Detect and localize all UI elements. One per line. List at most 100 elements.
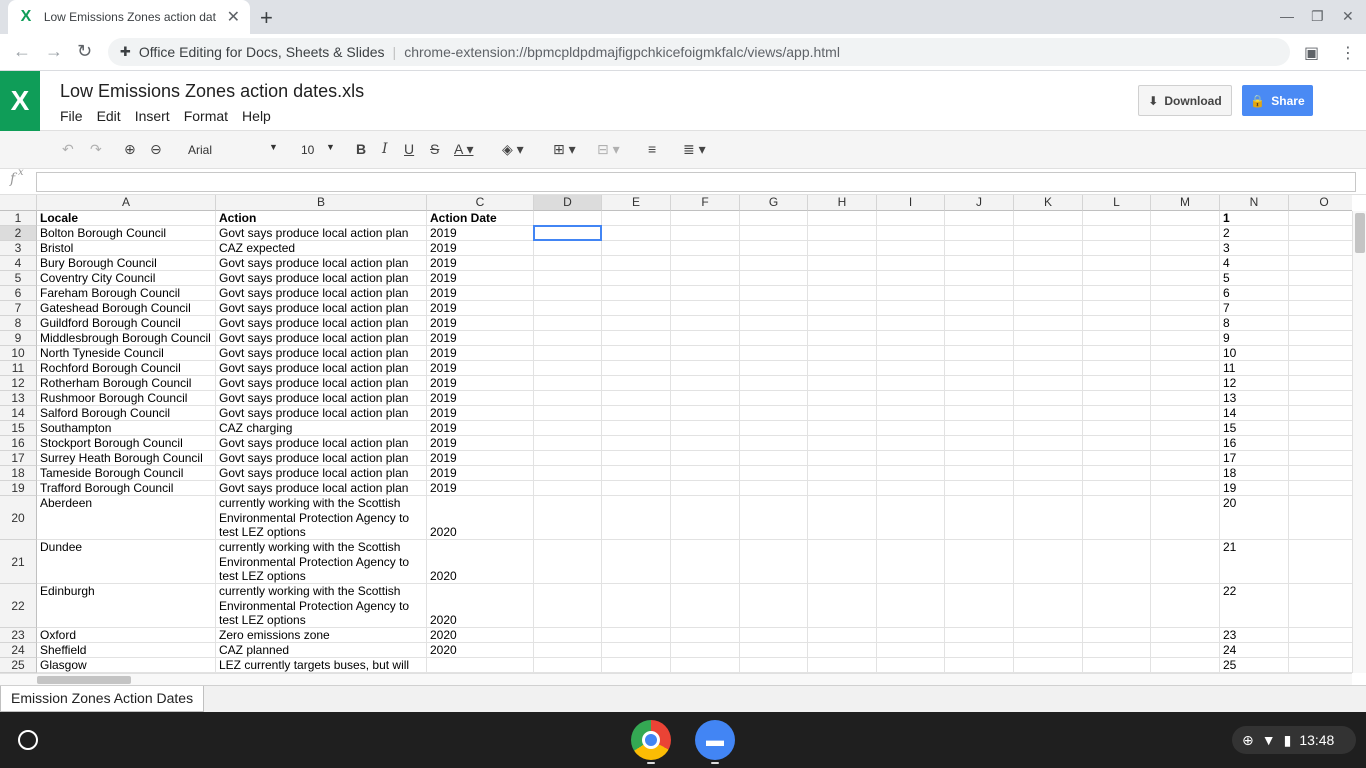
cell-M4[interactable] (1151, 256, 1220, 271)
reload-icon[interactable]: ↻ (77, 41, 92, 62)
cell-O3[interactable] (1289, 241, 1352, 256)
cell-A10[interactable]: North Tyneside Council (37, 346, 216, 361)
cell-K6[interactable] (1014, 286, 1083, 301)
cell-N7[interactable]: 7 (1220, 301, 1289, 316)
cell-A20[interactable]: Aberdeen (37, 496, 216, 540)
cell-N16[interactable]: 16 (1220, 436, 1289, 451)
cell-N18[interactable]: 18 (1220, 466, 1289, 481)
cell-J15[interactable] (945, 421, 1014, 436)
cell-D1[interactable] (534, 211, 602, 226)
cell-L9[interactable] (1083, 331, 1151, 346)
cell-H6[interactable] (808, 286, 877, 301)
cell-O10[interactable] (1289, 346, 1352, 361)
cell-I23[interactable] (877, 628, 945, 643)
cell-H1[interactable] (808, 211, 877, 226)
browser-tab[interactable]: X Low Emissions Zones action dat ✕ (8, 0, 250, 34)
column-header[interactable]: K (1014, 195, 1083, 211)
row-header[interactable]: 21 (0, 540, 37, 584)
cell-F23[interactable] (671, 628, 740, 643)
cell-I25[interactable] (877, 658, 945, 673)
cell-B17[interactable]: Govt says produce local action plan (216, 451, 427, 466)
cell-C21[interactable]: 2020 (427, 540, 534, 584)
cell-G19[interactable] (740, 481, 808, 496)
zoom-in-icon[interactable]: ⊕ (124, 141, 136, 158)
cell-I24[interactable] (877, 643, 945, 658)
cell-A17[interactable]: Surrey Heath Borough Council (37, 451, 216, 466)
cell-F20[interactable] (671, 496, 740, 540)
cell-G11[interactable] (740, 361, 808, 376)
column-header[interactable]: C (427, 195, 534, 211)
cell-E25[interactable] (602, 658, 671, 673)
cell-K4[interactable] (1014, 256, 1083, 271)
cell-E22[interactable] (602, 584, 671, 628)
cell-B16[interactable]: Govt says produce local action plan (216, 436, 427, 451)
cell-C14[interactable]: 2019 (427, 406, 534, 421)
cell-I6[interactable] (877, 286, 945, 301)
cell-B3[interactable]: CAZ expected (216, 241, 427, 256)
cell-E6[interactable] (602, 286, 671, 301)
cell-A1[interactable]: Locale (37, 211, 216, 226)
cell-N3[interactable]: 3 (1220, 241, 1289, 256)
cell-L17[interactable] (1083, 451, 1151, 466)
cell-N5[interactable]: 5 (1220, 271, 1289, 286)
cell-F9[interactable] (671, 331, 740, 346)
cell-G13[interactable] (740, 391, 808, 406)
cell-H16[interactable] (808, 436, 877, 451)
cell-K1[interactable] (1014, 211, 1083, 226)
cell-D9[interactable] (534, 331, 602, 346)
cell-E20[interactable] (602, 496, 671, 540)
cell-D13[interactable] (534, 391, 602, 406)
column-header[interactable]: L (1083, 195, 1151, 211)
menu-file[interactable]: File (60, 108, 83, 124)
cell-K7[interactable] (1014, 301, 1083, 316)
cell-M12[interactable] (1151, 376, 1220, 391)
cell-H15[interactable] (808, 421, 877, 436)
cell-I8[interactable] (877, 316, 945, 331)
cell-N2[interactable]: 2 (1220, 226, 1289, 241)
cell-E14[interactable] (602, 406, 671, 421)
cell-C22[interactable]: 2020 (427, 584, 534, 628)
cell-M1[interactable] (1151, 211, 1220, 226)
cell-E19[interactable] (602, 481, 671, 496)
close-tab-icon[interactable]: ✕ (227, 7, 240, 27)
cell-A21[interactable]: Dundee (37, 540, 216, 584)
cell-I17[interactable] (877, 451, 945, 466)
cell-I10[interactable] (877, 346, 945, 361)
cell-A18[interactable]: Tameside Borough Council (37, 466, 216, 481)
cell-H14[interactable] (808, 406, 877, 421)
cell-M21[interactable] (1151, 540, 1220, 584)
zoom-out-icon[interactable]: ⊖ (150, 141, 162, 158)
cell-I4[interactable] (877, 256, 945, 271)
cell-J18[interactable] (945, 466, 1014, 481)
cell-H18[interactable] (808, 466, 877, 481)
bold-icon[interactable]: B (356, 141, 366, 157)
formula-input[interactable] (36, 172, 1356, 192)
cell-N14[interactable]: 14 (1220, 406, 1289, 421)
cell-B23[interactable]: Zero emissions zone (216, 628, 427, 643)
cell-I14[interactable] (877, 406, 945, 421)
cell-C17[interactable]: 2019 (427, 451, 534, 466)
cell-K20[interactable] (1014, 496, 1083, 540)
cell-B5[interactable]: Govt says produce local action plan (216, 271, 427, 286)
profile-icon[interactable]: ▣ (1304, 43, 1319, 63)
cell-N21[interactable]: 21 (1220, 540, 1289, 584)
cell-D8[interactable] (534, 316, 602, 331)
cell-B1[interactable]: Action (216, 211, 427, 226)
document-title[interactable]: Low Emissions Zones action dates.xls (60, 81, 364, 102)
system-tray[interactable]: ⊕ ▼ ▮ 13:48 (1232, 726, 1356, 754)
cell-E18[interactable] (602, 466, 671, 481)
spreadsheet-grid[interactable]: A B C D E F G H I J K L M N O 1 Locale Action Action Date 1… (0, 195, 1352, 673)
cell-C7[interactable]: 2019 (427, 301, 534, 316)
cell-J23[interactable] (945, 628, 1014, 643)
cell-G1[interactable] (740, 211, 808, 226)
cell-D25[interactable] (534, 658, 602, 673)
cell-B10[interactable]: Govt says produce local action plan (216, 346, 427, 361)
cell-O14[interactable] (1289, 406, 1352, 421)
chrome-app-icon[interactable] (631, 720, 671, 760)
cell-D17[interactable] (534, 451, 602, 466)
cell-N17[interactable]: 17 (1220, 451, 1289, 466)
cell-C18[interactable]: 2019 (427, 466, 534, 481)
cell-C13[interactable]: 2019 (427, 391, 534, 406)
cell-L15[interactable] (1083, 421, 1151, 436)
cell-L18[interactable] (1083, 466, 1151, 481)
